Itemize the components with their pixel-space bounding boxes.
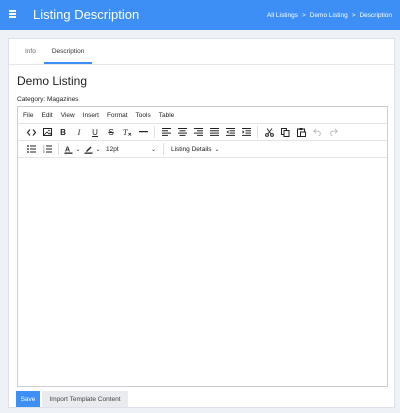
- tab-bar: Info Description: [17, 47, 93, 64]
- listing-details-menu[interactable]: Listing Details ⌄: [167, 143, 220, 155]
- clear-formatting-icon[interactable]: T: [119, 125, 135, 139]
- menu-format[interactable]: Format: [107, 112, 128, 119]
- indent-icon[interactable]: [238, 125, 254, 139]
- category-label: Category:: [17, 96, 46, 103]
- svg-text:T: T: [123, 128, 128, 136]
- menu-view[interactable]: View: [61, 112, 75, 119]
- font-size-select[interactable]: 12pt ⌄: [102, 143, 160, 155]
- breadcrumb-description: Description: [359, 12, 392, 19]
- highlight-color-icon[interactable]: [82, 142, 94, 156]
- font-size-chevron-down-icon: ⌄: [150, 146, 156, 153]
- svg-text:A: A: [65, 146, 70, 153]
- editor-content-area[interactable]: [18, 159, 387, 386]
- tabs-divider: [9, 64, 394, 65]
- form-actions: Save Import Template Content: [16, 391, 128, 407]
- toolbar-divider: [163, 143, 164, 155]
- breadcrumb-separator: >: [351, 12, 356, 19]
- copy-icon[interactable]: [277, 125, 293, 139]
- undo-icon[interactable]: [309, 125, 325, 139]
- editor-menubar: File Edit View Insert Format Tools Table: [18, 107, 387, 124]
- numbered-list-icon[interactable]: 123: [39, 142, 55, 156]
- outdent-icon[interactable]: [222, 125, 238, 139]
- import-template-button[interactable]: Import Template Content: [42, 391, 128, 407]
- listing-details-label: Listing Details: [171, 145, 212, 153]
- highlight-chevron-down-icon[interactable]: ⌄: [94, 142, 102, 156]
- app-header: Listing Description All Listings > Demo …: [0, 0, 400, 30]
- svg-text:3: 3: [43, 150, 45, 153]
- breadcrumb-all-listings[interactable]: All Listings: [267, 12, 298, 19]
- text-color-chevron-down-icon[interactable]: ⌄: [74, 142, 82, 156]
- underline-icon[interactable]: U: [87, 125, 103, 139]
- editor-toolbar-row-1: B I U S T: [18, 124, 387, 141]
- menu-table[interactable]: Table: [159, 112, 175, 119]
- breadcrumb: All Listings > Demo Listing > Descriptio…: [267, 12, 392, 19]
- listing-category: Category: Magazines: [17, 96, 78, 103]
- save-button[interactable]: Save: [16, 391, 40, 407]
- breadcrumb-demo-listing[interactable]: Demo Listing: [310, 12, 348, 19]
- redo-icon[interactable]: [325, 125, 341, 139]
- breadcrumb-separator: >: [301, 12, 306, 19]
- menu-insert[interactable]: Insert: [83, 112, 99, 119]
- bullet-list-icon[interactable]: [23, 142, 39, 156]
- listing-title: Demo Listing: [17, 74, 88, 88]
- image-icon[interactable]: [39, 125, 55, 139]
- align-center-icon[interactable]: [174, 125, 190, 139]
- text-color-icon[interactable]: A: [62, 142, 74, 156]
- horizontal-line-icon[interactable]: [135, 125, 151, 139]
- strikethrough-icon[interactable]: S: [103, 125, 119, 139]
- cut-icon[interactable]: [261, 125, 277, 139]
- bold-icon[interactable]: B: [55, 125, 71, 139]
- menu-file[interactable]: File: [23, 112, 33, 119]
- align-justify-icon[interactable]: [206, 125, 222, 139]
- italic-icon[interactable]: I: [71, 125, 87, 139]
- toolbar-divider: [58, 143, 59, 155]
- paste-icon[interactable]: [293, 125, 309, 139]
- align-right-icon[interactable]: [190, 125, 206, 139]
- rich-text-editor: File Edit View Insert Format Tools Table…: [17, 106, 388, 387]
- tab-info[interactable]: Info: [17, 47, 44, 64]
- editor-toolbar-row-2: 123 A ⌄ ⌄ 12pt ⌄ Listing Details ⌄: [18, 141, 387, 158]
- toolbar-divider: [257, 126, 258, 138]
- hamburger-menu-icon[interactable]: [9, 10, 16, 18]
- listing-details-chevron-down-icon: ⌄: [214, 146, 220, 153]
- toolbar-divider: [154, 126, 155, 138]
- content-card: Info Description Demo Listing Category: …: [8, 38, 395, 408]
- font-size-value: 12pt: [106, 145, 119, 153]
- tab-description[interactable]: Description: [43, 47, 93, 64]
- source-code-icon[interactable]: [23, 125, 39, 139]
- align-left-icon[interactable]: [158, 125, 174, 139]
- menu-edit[interactable]: Edit: [41, 112, 52, 119]
- page-title: Listing Description: [33, 7, 140, 22]
- menu-tools[interactable]: Tools: [136, 112, 151, 119]
- category-value: Magazines: [47, 96, 79, 103]
